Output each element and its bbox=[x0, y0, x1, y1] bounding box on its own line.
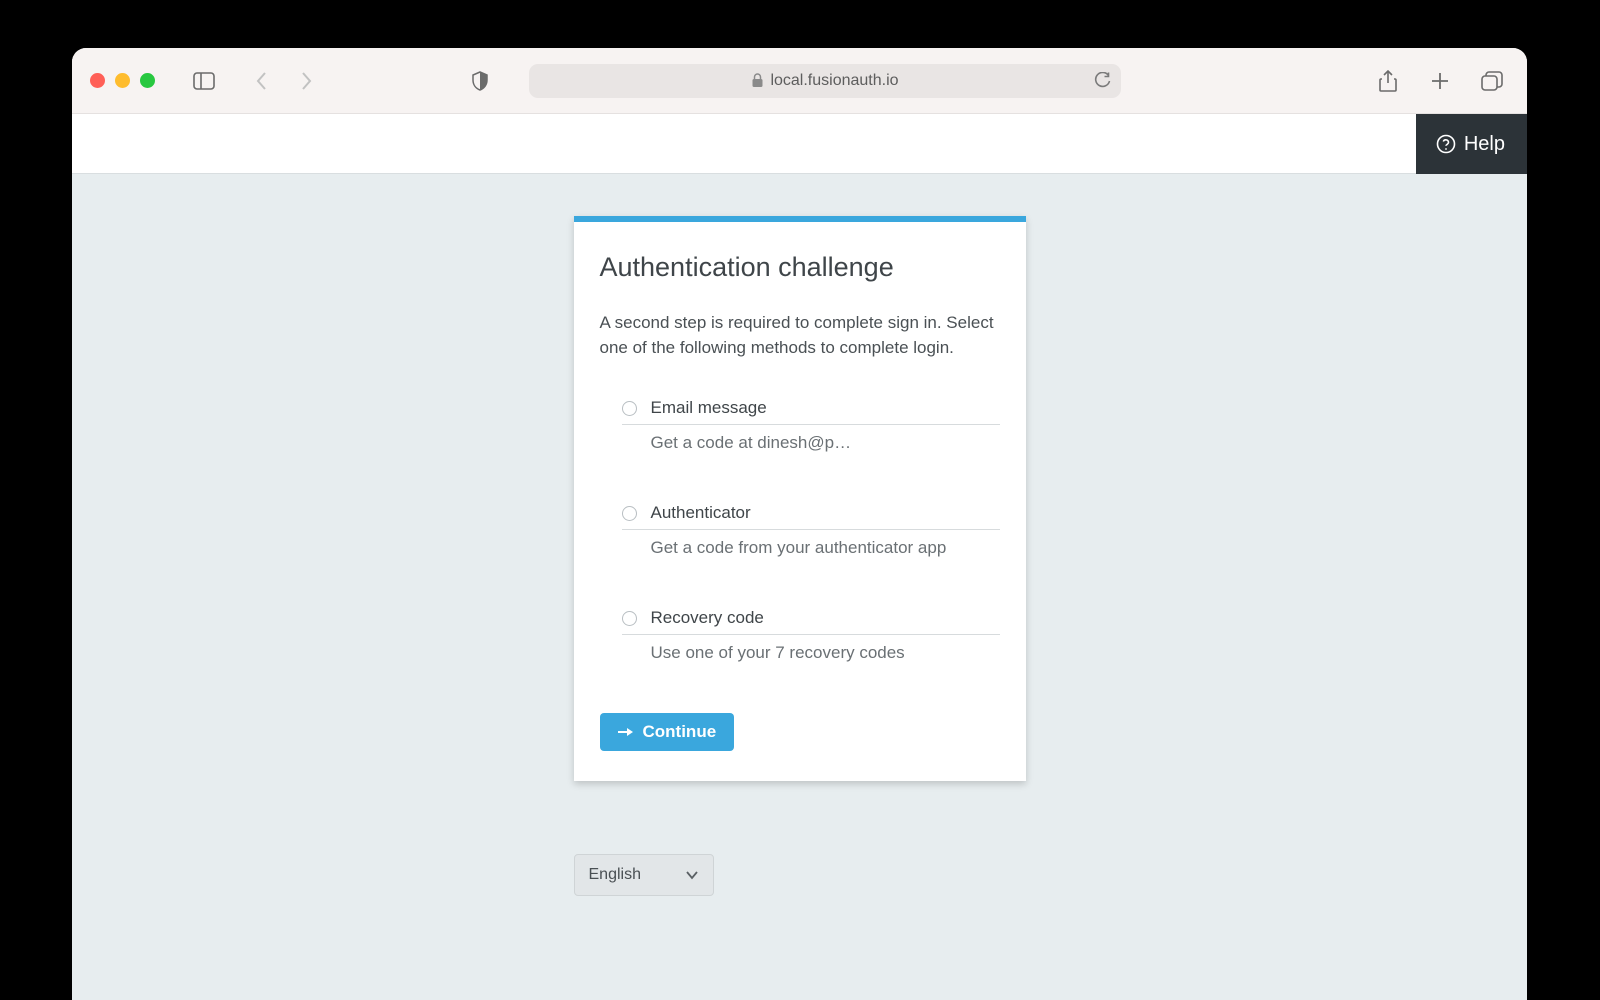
arrow-right-icon bbox=[618, 725, 633, 739]
window-controls bbox=[90, 73, 155, 88]
reload-icon[interactable] bbox=[1094, 72, 1111, 90]
page-viewport: Help Authentication challenge A second s… bbox=[72, 114, 1527, 1000]
help-icon bbox=[1436, 134, 1456, 154]
browser-window: local.fusionauth.io Help bbox=[72, 48, 1527, 1000]
method-subtitle: Get a code at dinesh@p… bbox=[651, 433, 1000, 453]
help-label: Help bbox=[1464, 133, 1505, 156]
address-bar-text: local.fusionauth.io bbox=[770, 72, 898, 90]
method-subtitle: Use one of your 7 recovery codes bbox=[651, 643, 1000, 663]
chevron-down-icon bbox=[685, 870, 699, 880]
method-title: Authenticator bbox=[651, 503, 751, 523]
radio-icon[interactable] bbox=[622, 401, 637, 416]
auth-challenge-card: Authentication challenge A second step i… bbox=[574, 216, 1026, 781]
method-recovery[interactable]: Recovery code Use one of your 7 recovery… bbox=[600, 594, 1000, 671]
share-icon[interactable] bbox=[1371, 64, 1405, 98]
card-title: Authentication challenge bbox=[600, 252, 1000, 283]
method-authenticator[interactable]: Authenticator Get a code from your authe… bbox=[600, 489, 1000, 566]
method-title: Recovery code bbox=[651, 608, 764, 628]
radio-icon[interactable] bbox=[622, 611, 637, 626]
method-subtitle: Get a code from your authenticator app bbox=[651, 538, 1000, 558]
browser-toolbar: local.fusionauth.io bbox=[72, 48, 1527, 114]
language-select[interactable]: English bbox=[574, 854, 714, 896]
continue-button[interactable]: Continue bbox=[600, 713, 735, 751]
nav-forward-icon[interactable] bbox=[289, 64, 323, 98]
window-close-icon[interactable] bbox=[90, 73, 105, 88]
language-selected: English bbox=[589, 866, 641, 884]
continue-label: Continue bbox=[643, 722, 717, 742]
window-zoom-icon[interactable] bbox=[140, 73, 155, 88]
privacy-shield-icon[interactable] bbox=[463, 64, 497, 98]
method-email[interactable]: Email message Get a code at dinesh@p… bbox=[600, 384, 1000, 461]
new-tab-icon[interactable] bbox=[1423, 64, 1457, 98]
method-title: Email message bbox=[651, 398, 767, 418]
tab-overview-icon[interactable] bbox=[1475, 64, 1509, 98]
address-bar[interactable]: local.fusionauth.io bbox=[529, 64, 1121, 98]
help-button[interactable]: Help bbox=[1416, 114, 1527, 174]
lock-icon bbox=[751, 73, 764, 88]
nav-back-icon[interactable] bbox=[245, 64, 279, 98]
window-minimize-icon[interactable] bbox=[115, 73, 130, 88]
card-intro: A second step is required to complete si… bbox=[600, 311, 1000, 360]
sidebar-toggle-icon[interactable] bbox=[187, 64, 221, 98]
radio-icon[interactable] bbox=[622, 506, 637, 521]
app-topbar: Help bbox=[72, 114, 1527, 174]
